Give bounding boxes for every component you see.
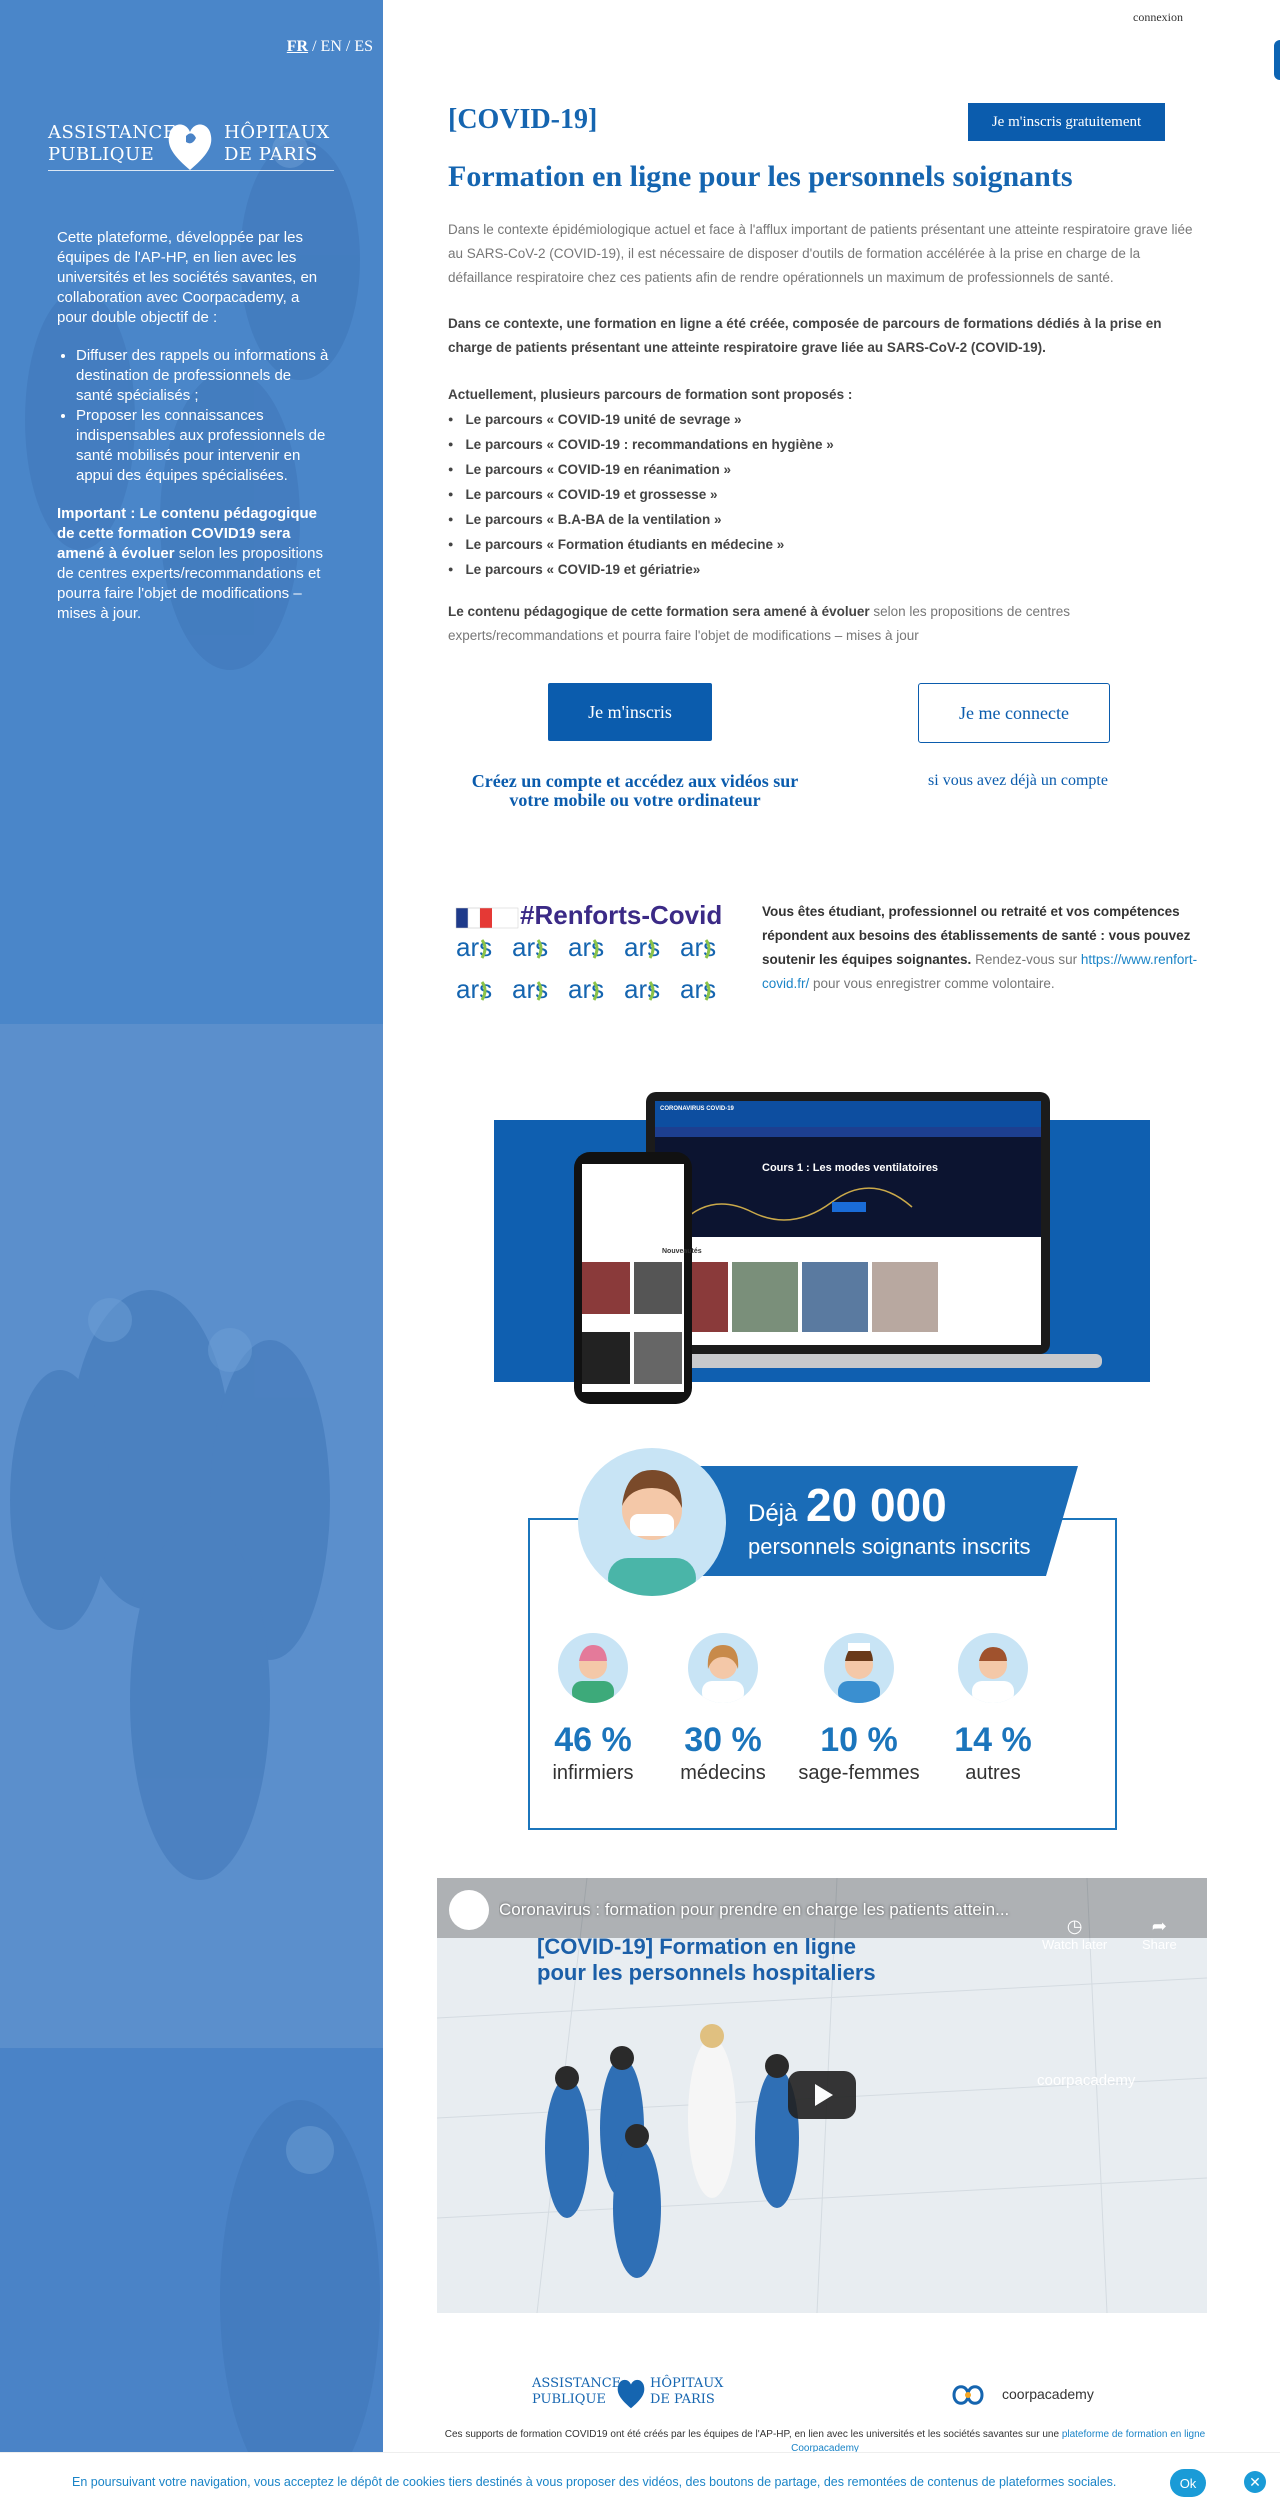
nurse-icon — [558, 1633, 628, 1703]
ars-logo: ars — [512, 932, 548, 962]
close-icon[interactable]: ✕ — [1244, 2471, 1266, 2493]
ars-logo: ars — [568, 974, 604, 1004]
renforts-covid-logo[interactable]: ars ars ars ars ars ars ars ars ars ars #Renforts… — [452, 900, 742, 1010]
lang-en[interactable]: EN — [321, 38, 342, 55]
ars-logos: ars ars ars ars arsars ars ars ars ars — [456, 932, 716, 1004]
devices-illustration — [494, 1092, 1150, 1404]
stat-sage-femmes: 10 % sage-femmes — [794, 1633, 924, 1785]
video-overlay-title: [COVID-19] Formation en ligne pour les pe… — [537, 1934, 876, 1985]
renforts-text: Vous êtes étudiant, professionnel ou ret… — [762, 904, 1198, 991]
ars-logo: ars — [680, 932, 716, 962]
video-title[interactable]: Coronavirus : formation pour prendre en … — [499, 1900, 1059, 1920]
stat-autres: 14 % autres — [928, 1633, 1058, 1785]
lang-es[interactable]: ES — [354, 38, 373, 55]
nurse-icon — [608, 1470, 696, 1596]
coorp-infinity-icon — [952, 2385, 984, 2405]
heart-logo-icon — [617, 2379, 645, 2409]
intro-paragraph: Cette plateforme, développée par les équ… — [57, 229, 318, 326]
doctor-icon — [688, 1633, 758, 1703]
login-button[interactable]: Je me connecte — [918, 683, 1110, 743]
devices-mockup: CORONAVIRUS COVID-19 Cours 1 : Les modes… — [492, 1092, 1152, 1414]
list-item: Le parcours « COVID-19 et gériatrie» — [448, 557, 1200, 582]
cookie-message: En poursuivant votre navigation, vous ac… — [72, 2475, 1117, 2489]
cookie-ok-button[interactable]: Ok — [1170, 2469, 1206, 2497]
formation-paragraph: Dans ce contexte, une formation en ligne… — [448, 316, 1162, 355]
ars-logo: ars — [512, 974, 548, 1004]
device-brand: CORONAVIRUS COVID-19 — [660, 1106, 734, 1112]
aphp-logo[interactable]: ASSISTANCE PUBLIQUE HÔPITAUX DE PARIS — [48, 110, 338, 180]
midwife-icon — [824, 1633, 894, 1703]
left-panel: FR / EN / ES ASSISTANCE PUBLIQUE HÔPITAU… — [0, 0, 383, 2512]
list-item: Le parcours « COVID-19 unité de sevrage … — [448, 407, 1200, 432]
nurse-avatar — [578, 1448, 726, 1596]
signup-caption: Créez un compte et accédez aux vidéos su… — [471, 771, 799, 810]
courses-intro: Actuellement, plusieurs parcours de form… — [448, 387, 853, 402]
list-item: Proposer les connaissances indispensable… — [76, 406, 329, 486]
signup-button[interactable]: Je m'inscris — [548, 683, 712, 741]
ars-logo: ars — [624, 932, 660, 962]
ars-logo: ars — [680, 974, 716, 1004]
important-note: Important : Le contenu pédagogique de ce… — [57, 505, 323, 622]
list-item: Le parcours « COVID-19 en réanimation » — [448, 457, 1200, 482]
clock-icon: ◷ — [1066, 1916, 1083, 1936]
heart-logo-icon — [168, 124, 212, 170]
device-section: Nouveautés — [662, 1248, 702, 1255]
context-paragraph: Dans le contexte épidémiologique actuel … — [448, 222, 1193, 285]
video-player[interactable]: [COVID-19] Formation en ligne pour les pe… — [437, 1878, 1207, 2313]
play-icon — [815, 2084, 833, 2106]
stats-subtitle: personnels soignants inscrits — [748, 1534, 1031, 1559]
stats-deja: Déjà — [748, 1500, 798, 1527]
stat-infirmiers: 46 % infirmiers — [528, 1633, 658, 1785]
list-item: Le parcours « COVID-19 : recommandations… — [448, 432, 1200, 457]
side-tab[interactable] — [1274, 40, 1280, 80]
stat-medecins: 30 % médecins — [658, 1633, 788, 1785]
covid-title: [COVID-19] — [448, 104, 598, 135]
language-switcher: FR / EN / ES — [286, 38, 373, 55]
courses-list: Le parcours « COVID-19 unité de sevrage … — [448, 407, 1200, 582]
intro-bullets: Diffuser des rappels ou informations à d… — [76, 346, 329, 486]
stats-infographic: Déjà 20 000 personnels soignants inscrit… — [528, 1448, 1118, 1830]
share-button[interactable]: ➦ Share — [1142, 1916, 1177, 1952]
stats-total: 20 000 — [806, 1479, 947, 1531]
ars-logo: ars — [456, 932, 492, 962]
list-item: Le parcours « COVID-19 et grossesse » — [448, 482, 1200, 507]
renforts-hashtag: #Renforts-Covid — [520, 900, 723, 930]
cookie-banner: En poursuivant votre navigation, vous ac… — [0, 2452, 1280, 2512]
evolution-paragraph: Le contenu pédagogique de cette formatio… — [448, 604, 1070, 643]
channel-avatar[interactable] — [449, 1890, 489, 1930]
device-course-title: Cours 1 : Les modes ventilatoires — [762, 1162, 939, 1174]
ars-logo: ars — [624, 974, 660, 1004]
lang-fr[interactable]: FR — [287, 38, 308, 55]
play-button[interactable] — [788, 2071, 856, 2119]
footer-aphp-logo[interactable]: ASSISTANCE PUBLIQUE HÔPITAUX DE PARIS — [532, 2374, 732, 2414]
video-coorp-label: coorpacademy — [1037, 2072, 1136, 2089]
staff-icon — [958, 1633, 1028, 1703]
share-icon: ➦ — [1151, 1916, 1167, 1936]
intro-text: Cette plateforme, développée par les équ… — [57, 228, 329, 624]
login-caption: si vous avez déjà un compte — [928, 772, 1108, 789]
ars-logo: ars — [568, 932, 604, 962]
page-title: Formation en ligne pour les personnels s… — [448, 160, 1073, 193]
list-item: Diffuser des rappels ou informations à d… — [76, 346, 329, 406]
list-item: Le parcours « B.A-BA de la ventilation » — [448, 507, 1200, 532]
watch-later-button[interactable]: ◷ Watch later — [1042, 1916, 1107, 1952]
ars-logo: ars — [456, 974, 492, 1004]
courses-block: Actuellement, plusieurs parcours de form… — [448, 383, 1200, 582]
connexion-link[interactable]: connexion — [1133, 10, 1183, 25]
list-item: Le parcours « Formation étudiants en méd… — [448, 532, 1200, 557]
footer-coorp-logo[interactable]: coorpacademy — [938, 2378, 1098, 2412]
signup-free-button[interactable]: Je m'inscris gratuitement — [968, 103, 1165, 141]
